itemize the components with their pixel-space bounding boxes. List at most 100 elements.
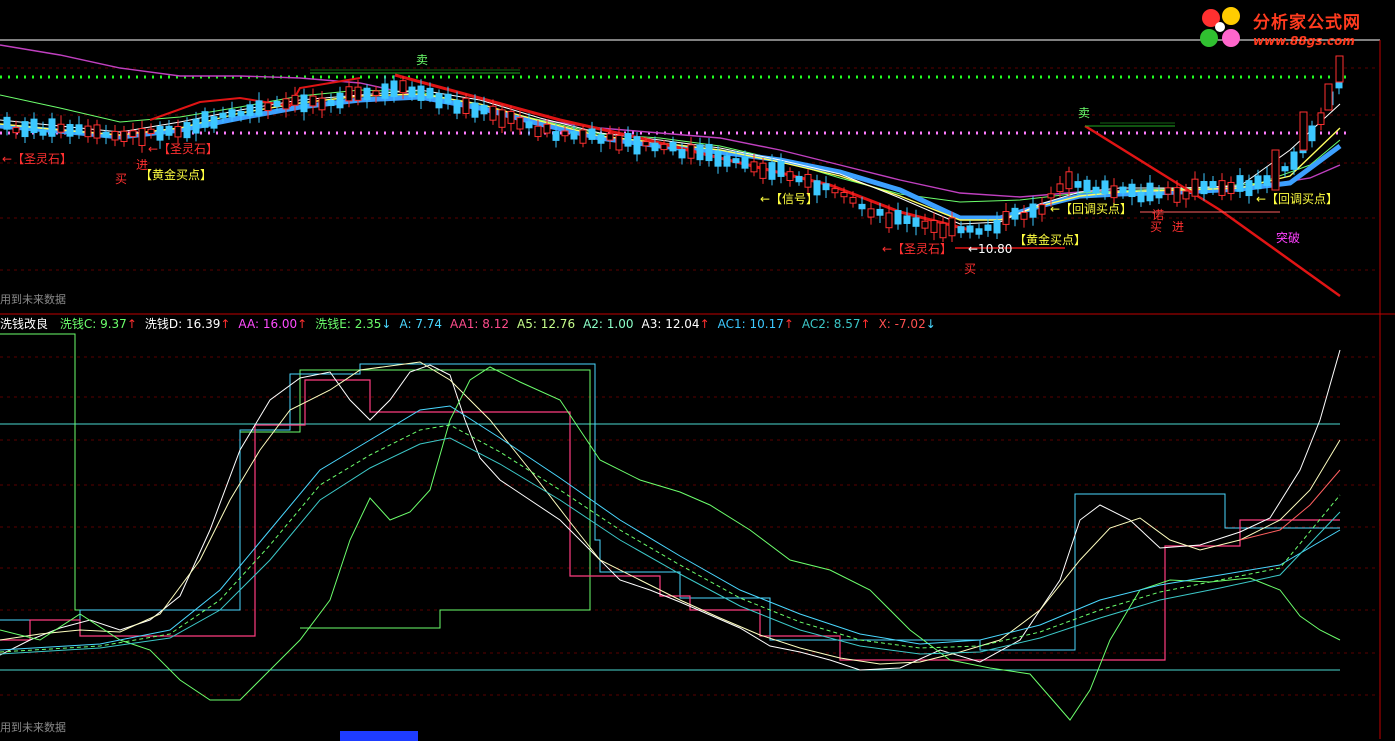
candle-body <box>552 131 560 141</box>
candle-body <box>597 134 605 144</box>
candle-body <box>1200 181 1208 195</box>
indicator-value-number: 8.57 <box>833 317 861 331</box>
candle-body <box>111 130 119 141</box>
indicator-value: 洗钱E: 2.35↓ <box>315 317 391 331</box>
candle-body <box>1110 185 1118 199</box>
candle-body <box>138 128 146 147</box>
candle-body <box>669 141 677 152</box>
annotation-low-price: ←10.80 <box>968 242 1013 256</box>
annotation-gold-buy: 【黄金买点】 <box>1014 233 1087 247</box>
candle-body <box>615 134 623 151</box>
annotation-pullback-buy: ←【回调买点】 <box>1050 202 1133 216</box>
candle-body <box>1020 212 1028 220</box>
indicator-value-label: A5: <box>517 317 541 331</box>
candle-body <box>30 118 38 134</box>
indicator-value: AA: 16.00↑ <box>238 317 307 331</box>
annotation-stone: ←【圣灵石】 <box>882 242 953 256</box>
annotation-sell: 卖 <box>1078 106 1091 120</box>
indicator-value-number: 7.74 <box>415 317 443 331</box>
indicator-value-label: 洗钱E: <box>315 317 355 331</box>
candle-body <box>57 123 65 133</box>
candle-body <box>201 111 209 128</box>
candle-body <box>381 83 389 99</box>
candle-body <box>282 98 290 110</box>
candle-body <box>1128 183 1136 198</box>
indicator-arrow: ↑ <box>220 317 231 331</box>
candle-body <box>786 171 794 181</box>
candle-body <box>579 129 587 144</box>
clover-logo-icon <box>1200 7 1240 47</box>
annotation-buy: 买 <box>115 172 128 186</box>
indicator-name[interactable]: 洗钱改良 <box>0 317 48 331</box>
annotation-breakout: 突破 <box>1276 231 1301 245</box>
indicator-value-number: 1.00 <box>606 317 634 331</box>
indicator-value-number: 12.76 <box>540 317 576 331</box>
candle-body <box>984 224 992 231</box>
candle-body <box>948 217 956 237</box>
candle-body <box>444 93 452 104</box>
candle-body <box>120 130 128 143</box>
candle-body <box>1324 83 1333 111</box>
candle-body <box>993 220 1001 234</box>
indicator-value-number: 12.04 <box>665 317 700 331</box>
candle-body <box>426 87 434 99</box>
indicator-value: AC1: 10.17↑ <box>718 317 794 331</box>
ma-white <box>0 89 1341 225</box>
candle-body <box>471 102 479 118</box>
candle-body <box>1146 182 1154 202</box>
candle-body <box>237 111 245 117</box>
indicator-value-label: A: <box>399 317 416 331</box>
indicator-value: 洗钱C: 9.37↑ <box>60 317 137 331</box>
candle-body <box>543 123 551 134</box>
annotation-pullback-buy: ←【回调买点】 <box>1256 192 1339 206</box>
candle-body <box>408 86 416 98</box>
indicator-value-number: 2.35 <box>354 317 382 331</box>
candle-body <box>570 131 578 140</box>
candle-body <box>147 128 155 135</box>
indicator-arrow: ↑ <box>297 317 308 331</box>
candle-body <box>912 217 920 227</box>
candle-body <box>228 109 236 118</box>
indicator-value: A2: 1.00 <box>583 317 633 331</box>
candle-body <box>795 175 803 183</box>
indicator-values: 洗钱C: 9.37↑ 洗钱D: 16.39↑ AA: 16.00↑ 洗钱E: 2.35… <box>60 317 944 331</box>
candle-body <box>1299 111 1308 151</box>
candle-body <box>840 192 848 198</box>
annotation-sell: 卖 <box>416 53 429 67</box>
indicator-arrow: ↑ <box>126 317 137 331</box>
candle-body <box>1119 186 1127 194</box>
candle-body <box>1209 181 1217 189</box>
candle-body <box>1335 55 1344 83</box>
candle-body <box>300 94 308 113</box>
annotation-stone: ←【圣灵石】 <box>148 142 219 156</box>
candle-body <box>732 158 740 164</box>
candle-body <box>309 95 317 107</box>
candle-body <box>939 222 947 239</box>
candle-body <box>489 105 497 121</box>
indicator-value-label: X: <box>878 317 895 331</box>
candle-body <box>705 143 713 162</box>
chart-stage <box>0 39 1395 739</box>
indicator-value: X: -7.02↓ <box>879 317 936 331</box>
candle-body <box>642 141 650 147</box>
candle-body <box>3 116 11 130</box>
indicator-value-number: 10.17 <box>749 317 784 331</box>
indicator-arrow: ↑ <box>783 317 794 331</box>
future-data-note: 用到未来数据 <box>0 293 66 306</box>
candle-body <box>1271 149 1280 191</box>
candle-body <box>174 126 182 138</box>
candle-body <box>687 144 695 159</box>
candle-body <box>435 93 443 109</box>
candle-body <box>966 225 974 233</box>
candle-body <box>462 97 470 114</box>
candle-body <box>1218 180 1226 196</box>
candle-body <box>894 210 902 225</box>
candle-body <box>210 116 218 129</box>
candle-body <box>1002 211 1010 225</box>
indicator-header: 洗钱改良 洗钱C: 9.37↑ 洗钱D: 16.39↑ AA: 16.00↑ 洗钱E:… <box>0 315 952 331</box>
indicator-arrow: ↑ <box>860 317 871 331</box>
candle-body <box>1011 207 1019 220</box>
logo-url[interactable]: www.88gs.com <box>1253 34 1355 48</box>
candle-body <box>1236 175 1244 192</box>
indicator-lines <box>0 333 1341 721</box>
